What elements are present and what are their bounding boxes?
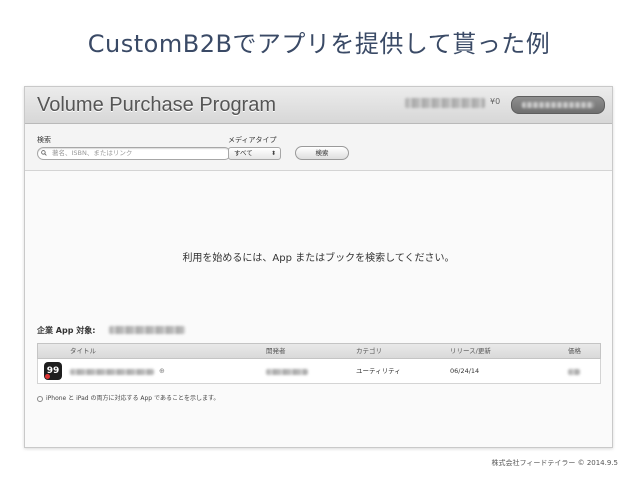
universal-app-icon: ⊕ (159, 367, 165, 375)
vpp-header: Volume Purchase Program ¥0 (25, 87, 612, 124)
app-release-date: 06/24/14 (450, 367, 480, 375)
content-area: 利用を始めるには、App またはブックを検索してください。 企業 App 対象:… (25, 171, 612, 447)
table-header: タイトル 開発者 カテゴリ リリース/更新 価格 (37, 343, 601, 359)
slide-footer: 株式会社フィードテイラー © 2014.9.5 (491, 459, 618, 467)
app-icon: 99 (44, 362, 62, 380)
account-name-redacted (405, 98, 485, 108)
vpp-screenshot: Volume Purchase Program ¥0 検索 メディアタイプ 著名… (24, 86, 613, 448)
column-price[interactable]: 価格 (568, 344, 581, 358)
enterprise-app-table: タイトル 開発者 カテゴリ リリース/更新 価格 99 ⊕ ユーティリティ 06… (37, 343, 601, 384)
column-category[interactable]: カテゴリ (356, 344, 382, 358)
media-type-select[interactable]: すべて ⬍ (228, 147, 281, 160)
column-release[interactable]: リリース/更新 (450, 344, 491, 358)
slide-title: CustomB2Bでアプリを提供して貰った例 (87, 30, 551, 58)
column-title[interactable]: タイトル (70, 344, 96, 358)
search-bar: 検索 メディアタイプ 著名、ISBN、またはリンク すべて ⬍ 検索 (25, 124, 612, 171)
footnote-text: iPhone と iPad の両方に対応する App であることを示します。 (46, 395, 220, 402)
media-type-label: メディアタイプ (228, 136, 277, 144)
search-input[interactable]: 著名、ISBN、またはリンク (37, 147, 231, 160)
app-icon-badge (45, 374, 50, 379)
account-balance: ¥0 (490, 97, 501, 106)
universal-footnote: iPhone と iPad の両方に対応する App であることを示します。 (37, 393, 219, 402)
price-redacted (568, 369, 580, 375)
developer-redacted (266, 369, 308, 375)
slide: CustomB2Bでアプリを提供して貰った例 Volume Purchase P… (0, 0, 638, 479)
vpp-title: Volume Purchase Program (37, 94, 277, 116)
enterprise-app-label: 企業 App 対象: (37, 326, 96, 335)
column-developer[interactable]: 開発者 (266, 344, 286, 358)
enterprise-name-redacted (109, 326, 185, 334)
search-icon (41, 150, 47, 156)
table-row[interactable]: 99 ⊕ ユーティリティ 06/24/14 (37, 359, 601, 384)
search-label: 検索 (37, 136, 51, 144)
media-type-selected: すべて (234, 149, 253, 157)
app-name-redacted (70, 369, 154, 375)
universal-app-icon (37, 395, 43, 402)
select-arrow-icon: ⬍ (270, 150, 276, 157)
account-menu-button[interactable] (511, 96, 605, 114)
app-category: ユーティリティ (356, 367, 401, 375)
account-button-label-redacted (522, 102, 594, 108)
empty-state-message: 利用を始めるには、App またはブックを検索してください。 (182, 253, 455, 264)
search-button[interactable]: 検索 (295, 146, 349, 160)
